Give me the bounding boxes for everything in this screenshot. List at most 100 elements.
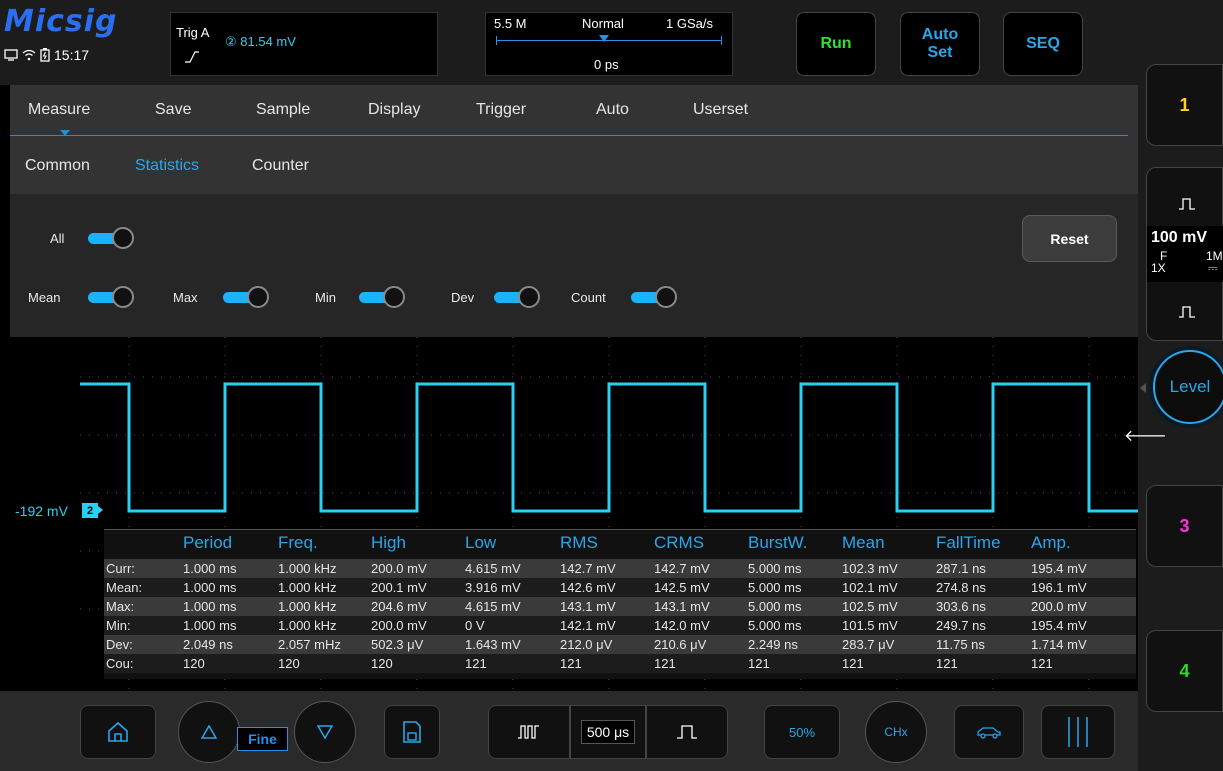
trigger-position-marker [599, 35, 609, 42]
triangle-down-icon [317, 725, 333, 739]
timebase-value: 500 μs [580, 720, 636, 744]
table-cell: 204.6 mV [371, 599, 427, 614]
table-cell: 143.1 mV [654, 599, 710, 614]
trigger-info[interactable]: Trig A ② 81.54 mV [170, 12, 438, 76]
table-row: Max: 1.000 ms 1.000 kHz 204.6 mV 4.615 mV 143… [104, 597, 1136, 616]
trigger-level-arrow-icon[interactable]: 🡐 [1124, 425, 1167, 446]
seq-button[interactable]: SEQ [1003, 12, 1083, 76]
table-cell: 142.0 mV [654, 618, 710, 633]
table-cell: 196.1 mV [1031, 580, 1087, 595]
timebase-display[interactable]: 500 μs [570, 705, 646, 759]
memory-depth: 5.5 M [494, 16, 527, 31]
channel-column: 1 100 mV F 1M 1X ⎓ Level 3 4 [1138, 0, 1223, 771]
subtab-statistics[interactable]: Statistics [135, 157, 199, 175]
save-button[interactable] [384, 705, 440, 759]
scroll-up-button[interactable] [178, 701, 240, 763]
timeline-start [496, 36, 497, 45]
toggle-dev[interactable] [494, 286, 540, 308]
tab-save[interactable]: Save [155, 101, 191, 119]
car-mode-button[interactable] [954, 705, 1024, 759]
table-cell: 11.75 ns [936, 637, 985, 652]
channel-2-trace [80, 382, 1138, 513]
subtab-common[interactable]: Common [25, 157, 90, 175]
table-row: Min: 1.000 ms 1.000 kHz 200.0 mV 0 V 142.1 mV… [104, 616, 1136, 635]
channel-2-marker[interactable]: 2 [82, 503, 103, 518]
trigger-delay: 0 ps [594, 57, 619, 72]
row-label: Dev: [106, 637, 133, 652]
channel-2-probe: 1X [1151, 261, 1166, 275]
table-cell: 1.000 kHz [278, 618, 337, 633]
table-cell: 142.7 mV [560, 561, 616, 576]
autoset-button[interactable]: Auto Set [900, 12, 980, 76]
level-button[interactable]: Level [1153, 350, 1223, 424]
cursor-button[interactable] [1041, 705, 1115, 759]
table-cell: 502.3 μV [371, 637, 424, 652]
battery-icon [40, 48, 50, 62]
tab-trigger[interactable]: Trigger [476, 101, 526, 119]
channel-2-info[interactable]: 100 mV F 1M 1X ⎓ [1147, 226, 1223, 282]
toggle-all[interactable] [88, 227, 134, 249]
channel-4-button[interactable]: 4 [1146, 630, 1223, 712]
tab-auto[interactable]: Auto [596, 101, 629, 119]
acquisition-info[interactable]: 5.5 M Normal 1 GSa/s 0 ps [485, 12, 733, 76]
table-cell: 121 [936, 656, 958, 671]
table-cell: 195.4 mV [1031, 618, 1087, 633]
col-amp: Amp. [1031, 533, 1071, 552]
toggle-min[interactable] [359, 286, 405, 308]
channel-1-button[interactable]: 1 [1146, 64, 1223, 146]
tab-sample[interactable]: Sample [256, 101, 310, 119]
table-cell: 1.714 mV [1031, 637, 1087, 652]
table-cell: 5.000 ms [748, 599, 802, 614]
row-label: Min: [106, 618, 131, 633]
subtab-counter[interactable]: Counter [252, 157, 309, 175]
level-arrow-icon [1140, 383, 1146, 393]
table-cell: 121 [465, 656, 487, 671]
row-label: Mean: [106, 580, 143, 595]
chx-button[interactable]: CHx [865, 701, 927, 763]
col-rms: RMS [560, 533, 598, 552]
table-cell: 200.0 mV [1031, 599, 1087, 614]
timebase-expand-button[interactable] [646, 705, 728, 759]
toggle-min-label: Min [315, 290, 336, 305]
menu-panel: Measure Save Sample Display Trigger Auto… [10, 85, 1138, 337]
memory-timeline [496, 40, 722, 41]
row-label: Max: [106, 599, 135, 614]
table-cell: 142.6 mV [560, 580, 616, 595]
home-button[interactable] [80, 705, 156, 759]
reset-button[interactable]: Reset [1022, 215, 1117, 262]
toggle-mean[interactable] [88, 286, 134, 308]
row-label: Cou: [106, 656, 134, 671]
table-cell: 102.3 mV [842, 561, 898, 576]
tab-userset[interactable]: Userset [693, 101, 748, 119]
channel-2-offset: -192 mV [15, 503, 68, 519]
table-cell: 287.1 ns [936, 561, 986, 576]
channel-3-button[interactable]: 3 [1146, 485, 1223, 567]
monitor-icon [4, 49, 18, 61]
channel-2-scale: 100 mV [1151, 229, 1208, 246]
table-cell: 5.000 ms [748, 561, 802, 576]
fifty-percent-button[interactable]: 50% [764, 705, 840, 759]
trigger-level: ② 81.54 mV [225, 34, 296, 49]
col-period: Period [183, 533, 233, 552]
timebase-compress-button[interactable] [488, 705, 570, 759]
table-cell: 1.643 mV [465, 637, 521, 652]
tab-display[interactable]: Display [368, 101, 420, 119]
table-cell: 1.000 kHz [278, 561, 337, 576]
pulse-down-icon [1179, 306, 1195, 318]
toggle-max[interactable] [223, 286, 269, 308]
home-icon [108, 721, 128, 742]
table-row: Mean: 1.000 ms 1.000 kHz 200.1 mV 3.916 mV 14… [104, 578, 1136, 597]
row-label: Curr: [106, 561, 135, 576]
scroll-down-button[interactable] [294, 701, 356, 763]
table-cell: 1.000 kHz [278, 599, 337, 614]
toggle-count[interactable] [631, 286, 677, 308]
run-button[interactable]: Run [796, 12, 876, 76]
col-low: Low [465, 533, 497, 552]
rising-edge-icon [185, 51, 199, 63]
table-cell: 1.000 kHz [278, 580, 337, 595]
tab-measure[interactable]: Measure [28, 101, 90, 119]
table-cell: 5.000 ms [748, 618, 802, 633]
table-cell: 120 [183, 656, 205, 671]
fine-toggle[interactable]: Fine [237, 727, 288, 751]
menu-tabs: Measure Save Sample Display Trigger Auto… [10, 85, 1138, 136]
